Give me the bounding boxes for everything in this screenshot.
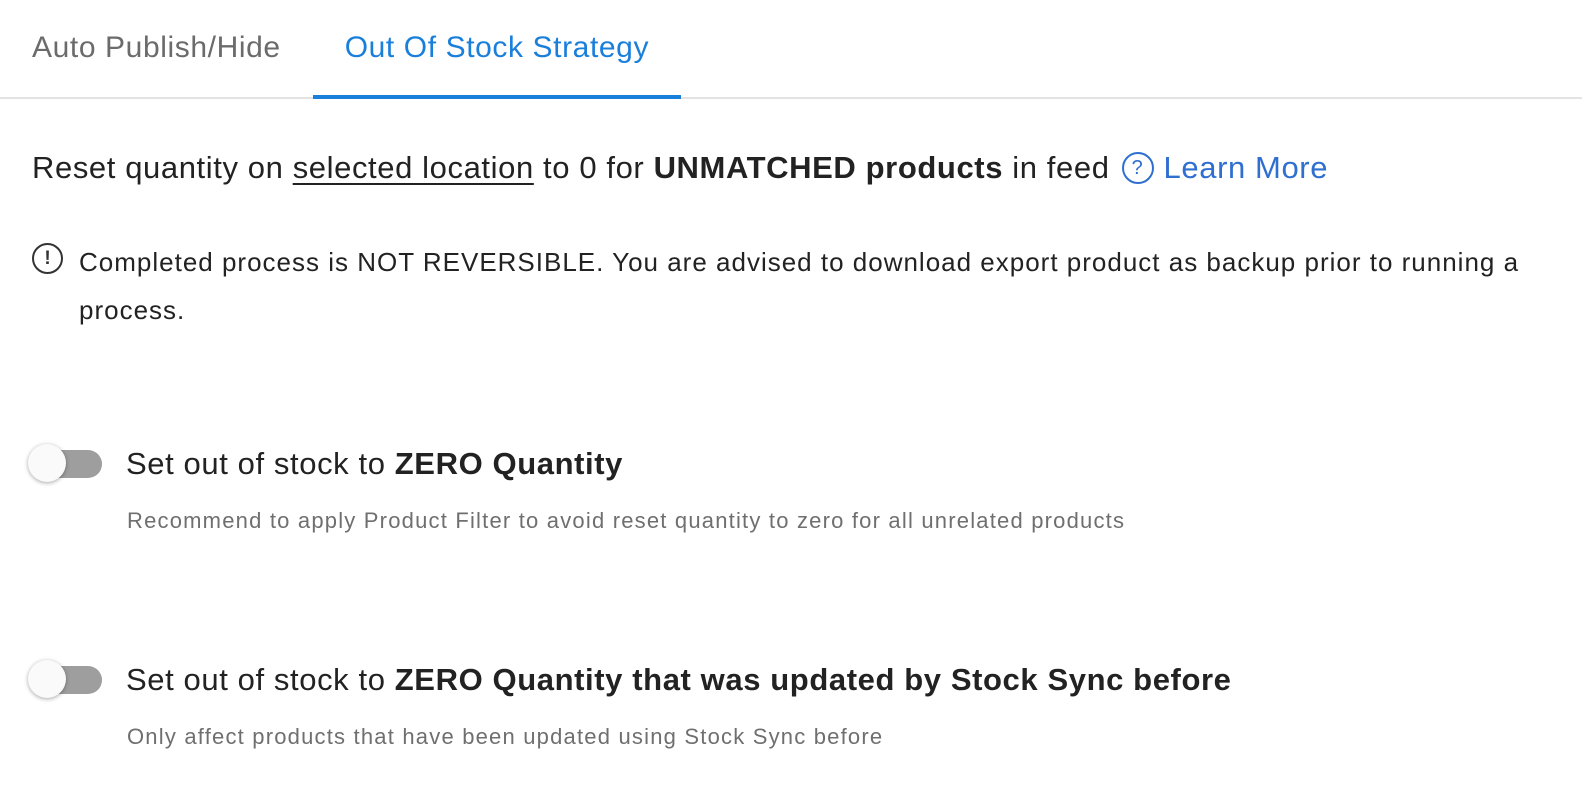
help-icon: ?	[1121, 152, 1154, 184]
headline-prefix: Reset quantity on	[32, 150, 284, 185]
headline-middle: to 0 for	[543, 150, 645, 185]
zero-quantity-toggle[interactable]	[28, 444, 102, 484]
headline-bold: UNMATCHED products	[653, 150, 1004, 185]
warning-text: Completed process is NOT REVERSIBLE. You…	[79, 247, 1520, 325]
toggle-knob	[28, 444, 66, 482]
learn-more-link[interactable]: ? Learn More	[1121, 150, 1329, 186]
section-headline: Reset quantity on selected location to 0…	[32, 150, 1328, 186]
tab-bar: Auto Publish/Hide Out Of Stock Strategy	[0, 0, 1582, 99]
tab-out-of-stock-strategy[interactable]: Out Of Stock Strategy	[312, 0, 682, 99]
irreversible-warning: ! Completed process is NOT REVERSIBLE. Y…	[32, 238, 1552, 334]
tab-auto-publish-hide[interactable]: Auto Publish/Hide	[0, 0, 313, 96]
option-zero-quantity-stock-sync: Set out of stock to ZERO Quantity that w…	[28, 660, 1558, 750]
zero-quantity-hint: Recommend to apply Product Filter to avo…	[127, 508, 1126, 533]
exclamation-icon: !	[32, 243, 63, 274]
learn-more-label: Learn More	[1163, 150, 1329, 185]
option-zero-quantity: Set out of stock to ZERO Quantity Recomm…	[28, 444, 1558, 534]
zero-quantity-stock-sync-hint: Only affect products that have been upda…	[127, 724, 884, 749]
selected-location-link[interactable]: selected location	[293, 150, 534, 186]
headline-suffix: in feed	[1012, 150, 1110, 185]
zero-quantity-stock-sync-label: Set out of stock to ZERO Quantity that w…	[126, 662, 1232, 697]
toggle-knob	[28, 660, 66, 698]
zero-quantity-stock-sync-toggle[interactable]	[28, 660, 102, 700]
zero-quantity-label: Set out of stock to ZERO Quantity	[126, 446, 624, 481]
